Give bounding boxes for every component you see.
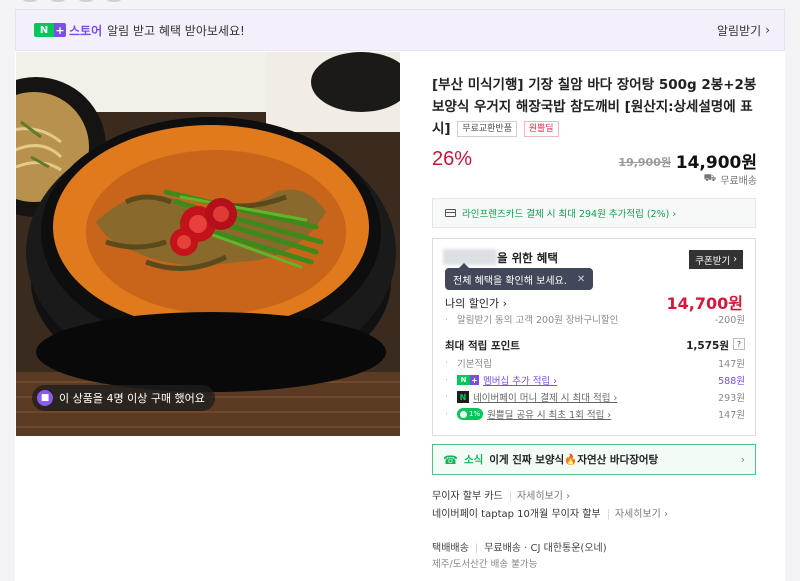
blurred-username xyxy=(443,249,497,265)
product-title: [부산 미식기행] 기장 칠암 바다 장어탕 500g 2봉+2봉 보양식 우거… xyxy=(432,77,757,137)
sale-price: 14,900원 xyxy=(675,153,757,173)
coupon-button[interactable]: 쿠폰받기 › xyxy=(689,250,743,269)
store-alert-banner[interactable]: N + 스토어 알림 받고 혜택 받아보세요! 알림받기 › xyxy=(15,9,785,51)
shipping-info: ⛟ 무료배송 xyxy=(703,173,757,187)
chevron-right-icon: › xyxy=(765,23,770,37)
alarm-discount-row: · 알림받기 동의 고객 200원 장바구니할인 -200원 xyxy=(445,315,745,326)
installment-card-row: 무이자 할부 카드 자세히보기 › xyxy=(432,491,571,502)
original-price: 19,900원 xyxy=(618,156,671,169)
store-label: 스토어 xyxy=(69,23,103,38)
naver-plus-icon: N + xyxy=(457,375,479,385)
price-row: 26% 19,900원 14,900원 xyxy=(432,148,757,173)
npay-installment-row: 네이버페이 taptap 10개월 무이자 할부 자세히보기 › xyxy=(432,509,669,520)
free-return-tag: 무료교환반품 xyxy=(457,121,517,137)
one-plus-deal-tag: 원쁠딜 xyxy=(523,121,559,137)
shopping-bag-icon: ■ xyxy=(37,390,53,406)
my-price-link[interactable]: 나의 할인가 › xyxy=(445,295,507,311)
my-discount-price: 14,700원 xyxy=(666,294,743,313)
chevron-right-icon: › xyxy=(740,453,745,466)
card-promo[interactable]: 라인프렌즈카드 결제 시 최대 294원 추가적립 (2%) › xyxy=(432,198,756,228)
help-icon[interactable]: ? xyxy=(733,338,745,350)
close-icon[interactable]: ✕ xyxy=(577,274,585,285)
points-row-membership[interactable]: · N + 멤버십 추가 적립 › 588원 xyxy=(445,373,745,388)
top-tab-indicators xyxy=(20,0,124,2)
buyer-count-badge: ■ 이 상품을 4명 이상 구매 했어요 xyxy=(32,385,215,411)
bell-icon: ☎ xyxy=(443,452,458,467)
points-row-share[interactable]: · 1% 원쁠딜 공유 시 최초 1회 적립 › 147원 xyxy=(445,407,745,421)
product-page: N + 스토어 알림 받고 혜택 받아보세요! 알림받기 › ■ 이 상품을 4… xyxy=(0,0,800,581)
installment-details-link[interactable]: 자세히보기 › xyxy=(509,491,571,502)
max-points-row: 최대 적립 포인트 1,575원 ? xyxy=(445,338,745,353)
truck-icon: ⛟ xyxy=(703,173,717,184)
max-points-value: 1,575원 xyxy=(686,340,729,352)
percent-badge-icon: 1% xyxy=(457,408,484,420)
notify-button[interactable]: 알림받기 › xyxy=(717,22,770,39)
discount-rate: 26% xyxy=(432,148,473,170)
npay-details-link[interactable]: 자세히보기 › xyxy=(607,509,669,520)
credit-card-icon xyxy=(445,209,456,217)
naver-pay-icon: N xyxy=(457,391,469,403)
banner-message: 알림 받고 혜택 받아보세요! xyxy=(107,23,245,38)
product-info: [부산 미식기행] 기장 칠암 바다 장어탕 500g 2봉+2봉 보양식 우거… xyxy=(432,74,757,140)
naver-plus-store-logo: N + xyxy=(34,22,66,38)
benefit-panel: 을 위한 혜택 쿠폰받기 › 전체 혜택을 확인해 보세요. ✕ 나의 할인가 … xyxy=(432,238,756,436)
delivery-row: 택배배송 | 무료배송 · CJ 대한통운(오네) xyxy=(432,543,607,554)
points-row-npay[interactable]: · N 네이버페이 머니 결제 시 최대 적립 › 293원 xyxy=(445,390,745,404)
delivery-note: 제주/도서산간 배송 불가능 xyxy=(432,559,538,570)
points-row-basic: · 기본적립 147원 xyxy=(445,357,745,371)
chevron-right-icon: › xyxy=(733,254,737,265)
product-image[interactable] xyxy=(16,52,400,436)
benefit-tooltip: 전체 혜택을 확인해 보세요. ✕ xyxy=(445,263,594,290)
store-news-banner[interactable]: ☎ 소식 이게 진짜 보양식🔥자연산 바다장어탕 › xyxy=(432,444,756,475)
